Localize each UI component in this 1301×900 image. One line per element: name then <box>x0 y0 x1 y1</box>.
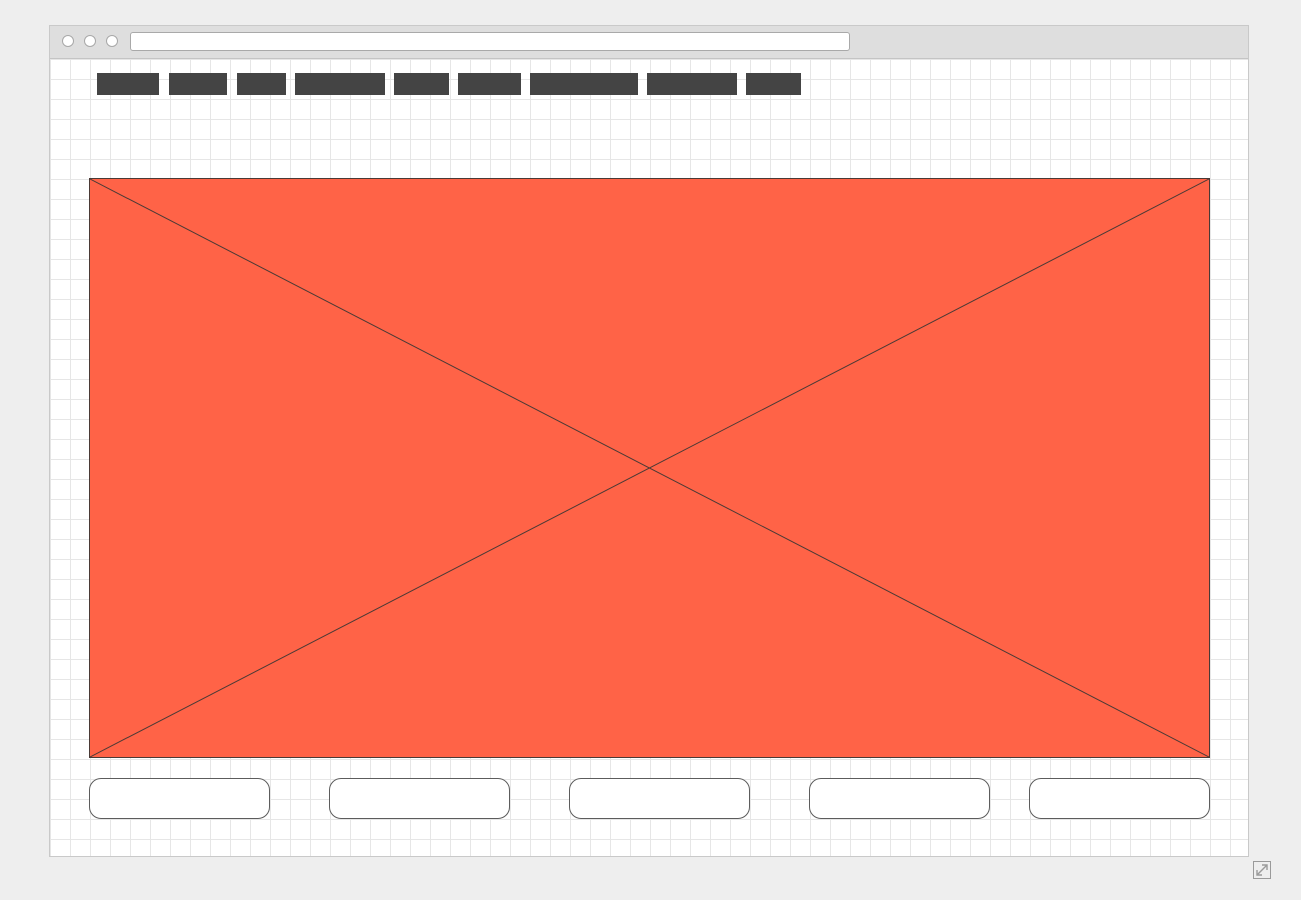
hero-image-placeholder <box>89 178 1210 758</box>
nav-tab-5[interactable] <box>394 73 449 95</box>
pill-button-4[interactable] <box>809 778 990 819</box>
pill-button-5[interactable] <box>1029 778 1210 819</box>
window-minimize-icon[interactable] <box>84 35 96 47</box>
image-placeholder-icon <box>90 179 1209 757</box>
window-close-icon[interactable] <box>62 35 74 47</box>
window-zoom-icon[interactable] <box>106 35 118 47</box>
nav-tab-8[interactable] <box>647 73 737 95</box>
nav-tab-2[interactable] <box>169 73 227 95</box>
nav-tab-1[interactable] <box>97 73 159 95</box>
pill-button-2[interactable] <box>329 778 510 819</box>
browser-window <box>49 25 1249 857</box>
nav-tab-9[interactable] <box>746 73 801 95</box>
nav-tab-3[interactable] <box>237 73 286 95</box>
address-bar[interactable] <box>130 32 850 51</box>
expand-icon[interactable] <box>1253 861 1271 879</box>
nav-tab-7[interactable] <box>530 73 638 95</box>
page-canvas <box>50 59 1248 856</box>
pill-button-3[interactable] <box>569 778 750 819</box>
pill-button-1[interactable] <box>89 778 270 819</box>
browser-titlebar <box>50 26 1248 59</box>
nav-tab-4[interactable] <box>295 73 385 95</box>
nav-tab-6[interactable] <box>458 73 521 95</box>
